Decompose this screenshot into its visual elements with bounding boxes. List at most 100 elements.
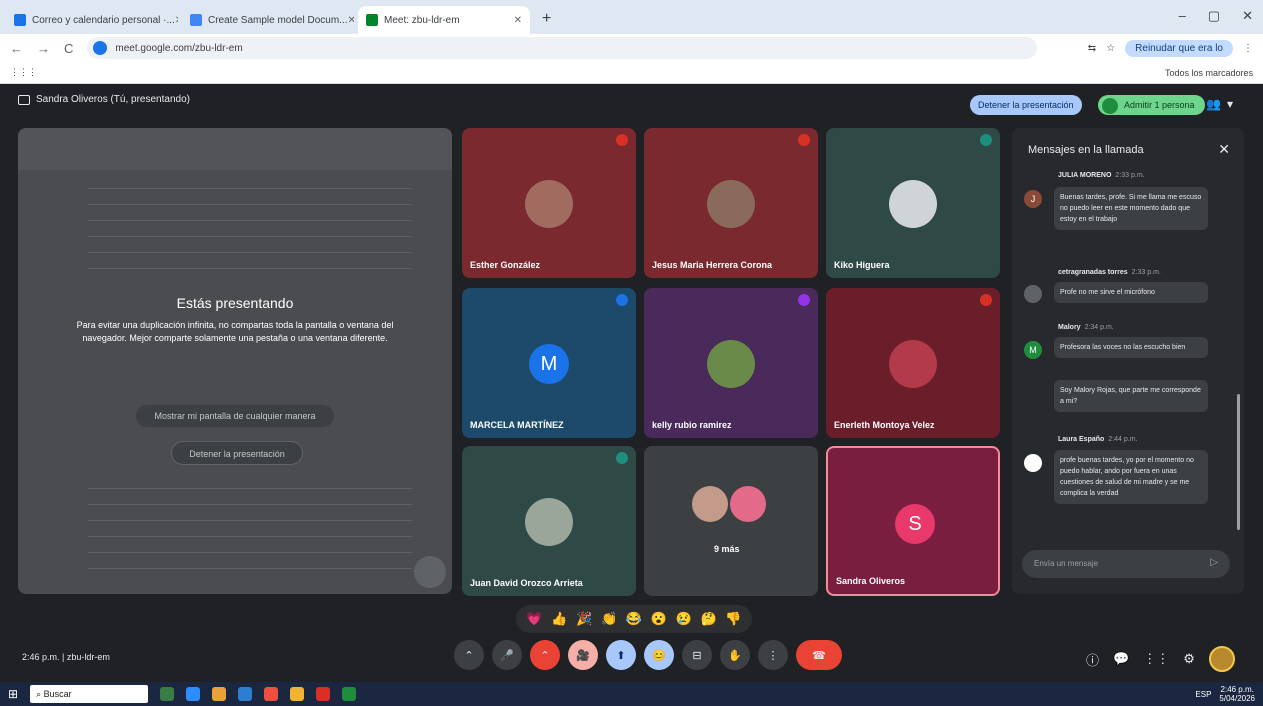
- heart-reaction[interactable]: 💗: [526, 611, 542, 627]
- browser-menu-icon[interactable]: ⋮: [1243, 43, 1253, 54]
- host-controls-icon[interactable]: ⚙: [1183, 651, 1195, 667]
- url-text: meet.google.com/zbu-ldr-em: [115, 42, 243, 54]
- browser-tab-bar: Correo y calendario personal ·... ✕ Crea…: [0, 0, 1263, 34]
- maximize-button[interactable]: ▢: [1208, 8, 1220, 24]
- message-author: Laura Españo 2:44 p.m.: [1058, 436, 1138, 443]
- avatar: [707, 340, 755, 388]
- top-icons: 👥 ▾: [1206, 97, 1233, 111]
- doc-line: [88, 236, 412, 237]
- sad-reaction[interactable]: 😢: [676, 611, 692, 627]
- taskbar-app-icon[interactable]: [342, 687, 357, 701]
- participant-name: Jesus Maria Herrera Corona: [652, 260, 773, 270]
- mic-status-icon: [798, 134, 810, 146]
- doc-line: [88, 568, 412, 569]
- microphone-button[interactable]: 🎤: [492, 640, 522, 670]
- browser-tab-meet[interactable]: Meet: zbu-ldr-em ✕: [358, 6, 530, 34]
- site-info-icon[interactable]: [93, 41, 108, 55]
- minimize-button[interactable]: –: [1179, 8, 1186, 24]
- doc-line: [88, 488, 412, 489]
- windows-start-icon[interactable]: ⊞: [8, 687, 18, 701]
- people-icon[interactable]: 👥: [1206, 97, 1221, 111]
- meet-window: Sandra Oliveros (Tú, presentando) Detene…: [0, 84, 1263, 682]
- back-button[interactable]: ←: [10, 41, 23, 56]
- party-reaction[interactable]: 🎉: [576, 611, 592, 627]
- participant-tile[interactable]: Jesus Maria Herrera Corona: [644, 128, 818, 278]
- participant-tile[interactable]: Kiko Higuera: [826, 128, 1000, 278]
- forward-button[interactable]: →: [37, 41, 50, 56]
- present-button[interactable]: ⬆: [606, 640, 636, 670]
- doc-line: [88, 204, 412, 205]
- close-icon[interactable]: ✕: [175, 15, 178, 26]
- send-icon[interactable]: ▷: [1210, 557, 1218, 568]
- taskbar-app-icon[interactable]: [290, 687, 305, 701]
- participant-name: Enerleth Montoya Velez: [834, 420, 935, 430]
- doc-line: [88, 520, 412, 521]
- admit-button[interactable]: Admitir 1 persona: [1098, 95, 1205, 115]
- taskbar-app-icon[interactable]: [212, 687, 227, 701]
- emoji-button[interactable]: 😊: [644, 640, 674, 670]
- laugh-reaction[interactable]: 😂: [626, 611, 642, 627]
- chat-icon[interactable]: 💬: [1113, 651, 1129, 667]
- chat-input[interactable]: Envía un mensaje ▷: [1022, 550, 1230, 578]
- browser-tab-doc[interactable]: Create Sample model Docum... ✕: [182, 6, 354, 34]
- participant-tile[interactable]: Enerleth Montoya Velez: [826, 288, 1000, 438]
- participant-tile[interactable]: M MARCELA MARTÍNEZ: [462, 288, 636, 438]
- presenting-description: Para evitar una duplicación infinita, no…: [76, 320, 394, 343]
- close-icon[interactable]: ✕: [348, 15, 354, 26]
- chat-scrollbar[interactable]: [1237, 394, 1240, 530]
- taskbar-app-icon[interactable]: [160, 687, 175, 701]
- avatar: [707, 180, 755, 228]
- thinking-reaction[interactable]: 🤔: [700, 611, 716, 627]
- apps-icon[interactable]: ⋮⋮⋮: [10, 67, 37, 78]
- close-icon[interactable]: ✕: [1218, 141, 1230, 158]
- more-options-button[interactable]: ⋮: [758, 640, 788, 670]
- pen-icon[interactable]: [414, 556, 446, 588]
- clap-reaction[interactable]: 👏: [601, 611, 617, 627]
- leave-call-button[interactable]: ☎: [796, 640, 842, 670]
- participant-tile[interactable]: kelly rubio ramirez: [644, 288, 818, 438]
- avatar[interactable]: [1208, 646, 1235, 672]
- taskbar-app-icon[interactable]: [238, 687, 253, 701]
- camera-off-button[interactable]: 🎥: [568, 640, 598, 670]
- chat-input-placeholder: Envía un mensaje: [1034, 559, 1099, 568]
- tab-label: Correo y calendario personal ·...: [32, 14, 175, 26]
- clock[interactable]: 2:46 p.m. 5/04/2026: [1219, 685, 1255, 703]
- thumbs-up-reaction[interactable]: 👍: [551, 611, 567, 627]
- reload-button[interactable]: C: [64, 41, 73, 56]
- taskbar-app-icon[interactable]: [264, 687, 279, 701]
- surprised-reaction[interactable]: 😮: [651, 611, 667, 627]
- all-bookmarks-link[interactable]: Todos los marcadores: [1165, 68, 1253, 78]
- participant-tile[interactable]: S Sandra Oliveros: [826, 446, 1000, 596]
- present-screen-icon: [18, 94, 30, 105]
- participant-tile[interactable]: 9 más: [644, 446, 818, 596]
- video-options-button[interactable]: ⌃: [530, 640, 560, 670]
- bookmark-star-icon[interactable]: ☆: [1106, 43, 1115, 54]
- browser-tab-mail[interactable]: Correo y calendario personal ·... ✕: [6, 6, 178, 34]
- stop-presentation-button[interactable]: Detener la presentación: [171, 441, 303, 465]
- meet-icon: [366, 14, 378, 26]
- participant-tile[interactable]: Juan David Orozco Arrieta: [462, 446, 636, 596]
- participant-name: 9 más: [714, 544, 740, 554]
- audio-options-button[interactable]: ⌃: [454, 640, 484, 670]
- taskbar-app-icon[interactable]: [186, 687, 201, 701]
- chevron-down-icon[interactable]: ▾: [1227, 97, 1233, 111]
- tray-language[interactable]: ESP: [1195, 690, 1211, 699]
- thumbs-down-reaction[interactable]: 👎: [725, 611, 741, 627]
- url-field[interactable]: meet.google.com/zbu-ldr-em: [87, 37, 1038, 59]
- avatar: [730, 486, 766, 522]
- translate-icon[interactable]: ⇆: [1088, 43, 1096, 54]
- bookmarks-bar: ⋮⋮⋮ Todos los marcadores: [0, 62, 1263, 84]
- raise-hand-button[interactable]: ✋: [720, 640, 750, 670]
- taskbar-app-icon[interactable]: [316, 687, 331, 701]
- new-tab-button[interactable]: +: [534, 10, 559, 34]
- participant-tile[interactable]: Esther González: [462, 128, 636, 278]
- taskbar-search[interactable]: ⌕ Buscar: [30, 685, 149, 703]
- activities-icon[interactable]: ⋮⋮: [1143, 651, 1169, 667]
- close-window-button[interactable]: ✕: [1242, 8, 1253, 24]
- profile-button[interactable]: Reinudar que era lo: [1125, 39, 1233, 57]
- close-icon[interactable]: ✕: [514, 15, 522, 26]
- captions-button[interactable]: ⊟: [682, 640, 712, 670]
- show-screen-anyway-button[interactable]: Mostrar mi pantalla de cualquier manera: [136, 405, 334, 427]
- stop-presenting-button[interactable]: Detener la presentación: [970, 95, 1082, 115]
- info-icon[interactable]: ⓘ: [1086, 650, 1099, 669]
